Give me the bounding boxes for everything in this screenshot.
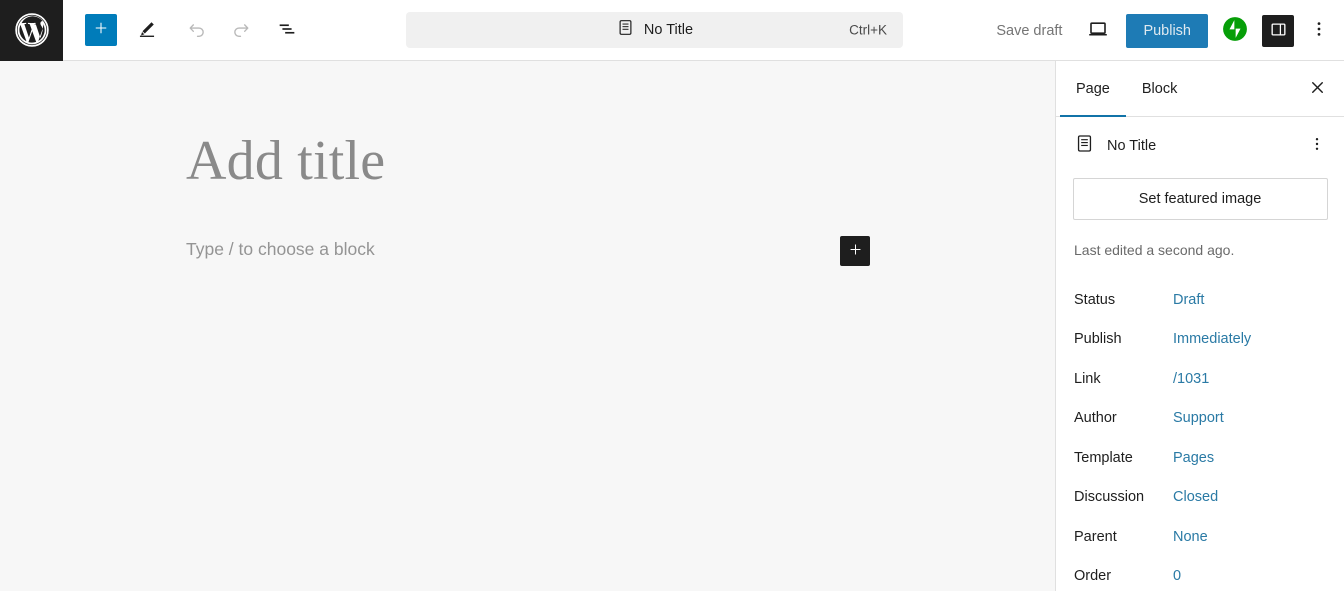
setting-value-parent[interactable]: None bbox=[1173, 529, 1208, 545]
setting-row-parent: Parent None bbox=[1074, 517, 1344, 557]
page-document-icon bbox=[1074, 133, 1095, 159]
setting-value-status[interactable]: Draft bbox=[1173, 292, 1204, 308]
default-block-input[interactable]: Type / to choose a block bbox=[186, 239, 375, 260]
last-edited-text: Last edited a second ago. bbox=[1074, 242, 1235, 258]
sidebar-document-name: No Title bbox=[1107, 138, 1157, 154]
settings-sidebar-icon bbox=[1269, 20, 1288, 42]
setting-label: Template bbox=[1074, 449, 1133, 466]
setting-label: Author bbox=[1074, 410, 1117, 427]
block-inserter-button[interactable] bbox=[85, 14, 117, 46]
tab-page[interactable]: Page bbox=[1060, 61, 1126, 117]
wordpress-logo-button[interactable] bbox=[0, 0, 63, 61]
document-actions-button[interactable] bbox=[1302, 130, 1332, 160]
publish-button[interactable]: Publish bbox=[1126, 13, 1208, 48]
vertical-dots-icon bbox=[1309, 19, 1329, 42]
setting-label: Parent bbox=[1074, 528, 1117, 545]
setting-row-discussion: Discussion Closed bbox=[1074, 478, 1344, 518]
setting-label: Publish bbox=[1074, 331, 1122, 348]
setting-value-template[interactable]: Pages bbox=[1173, 450, 1214, 466]
setting-label: Link bbox=[1074, 370, 1101, 387]
setting-row-order: Order 0 bbox=[1074, 557, 1344, 591]
setting-label: Status bbox=[1074, 291, 1116, 308]
setting-row-author: Author Support bbox=[1074, 399, 1344, 439]
undo-arrow-icon bbox=[186, 18, 208, 43]
setting-value-link[interactable]: /1031 bbox=[1173, 371, 1209, 387]
save-draft-button[interactable]: Save draft bbox=[984, 15, 1074, 47]
setting-row-publish: Publish Immediately bbox=[1074, 320, 1344, 360]
tab-block[interactable]: Block bbox=[1126, 61, 1193, 116]
setting-value-order[interactable]: 0 bbox=[1173, 568, 1181, 584]
vertical-dots-icon bbox=[1308, 135, 1326, 156]
editor-top-bar: No Title Ctrl+K Save draft Publish bbox=[0, 0, 1344, 61]
setting-label: Discussion bbox=[1074, 489, 1145, 506]
add-block-button[interactable] bbox=[840, 236, 870, 266]
tools-pencil-button[interactable] bbox=[129, 12, 165, 48]
undo-button[interactable] bbox=[179, 12, 215, 48]
sidebar-tabs: Page Block bbox=[1056, 61, 1344, 117]
editor-canvas: Add title Type / to choose a block bbox=[0, 61, 1055, 591]
jetpack-button[interactable] bbox=[1222, 16, 1248, 45]
close-x-icon bbox=[1308, 78, 1327, 100]
jetpack-icon bbox=[1222, 16, 1248, 45]
page-settings-list: Status Draft Publish Immediately Link /1… bbox=[1056, 258, 1344, 591]
setting-value-author[interactable]: Support bbox=[1173, 410, 1224, 426]
document-overview-button[interactable] bbox=[269, 12, 305, 48]
command-bar-shortcut: Ctrl+K bbox=[849, 22, 887, 38]
sidebar-document-row: No Title bbox=[1056, 117, 1344, 173]
pencil-icon bbox=[136, 18, 158, 43]
wordpress-logo-icon bbox=[14, 12, 50, 48]
command-bar[interactable]: No Title Ctrl+K bbox=[406, 12, 903, 48]
page-document-icon bbox=[616, 18, 635, 42]
set-featured-image-button[interactable]: Set featured image bbox=[1072, 178, 1328, 220]
redo-arrow-icon bbox=[230, 18, 252, 43]
setting-label: Order bbox=[1074, 568, 1112, 585]
plus-icon bbox=[847, 241, 864, 261]
desktop-preview-icon bbox=[1086, 17, 1110, 44]
list-view-icon bbox=[276, 18, 298, 43]
plus-icon bbox=[92, 19, 110, 42]
editor-tools-group bbox=[63, 0, 305, 61]
setting-row-status: Status Draft bbox=[1074, 280, 1344, 320]
setting-row-template: Template Pages bbox=[1074, 438, 1344, 478]
settings-sidebar-toggle[interactable] bbox=[1262, 14, 1294, 47]
more-options-button[interactable] bbox=[1306, 13, 1332, 49]
top-bar-right-tools: Save draft Publish bbox=[984, 0, 1344, 61]
command-bar-title: No Title bbox=[643, 22, 694, 38]
setting-value-publish[interactable]: Immediately bbox=[1173, 331, 1251, 347]
post-title-input[interactable]: Add title bbox=[186, 129, 385, 193]
redo-button[interactable] bbox=[223, 12, 259, 48]
command-bar-content: No Title bbox=[616, 18, 693, 42]
preview-button[interactable] bbox=[1080, 13, 1116, 49]
setting-value-discussion[interactable]: Closed bbox=[1173, 489, 1218, 505]
setting-row-link: Link /1031 bbox=[1074, 359, 1344, 399]
close-sidebar-button[interactable] bbox=[1300, 72, 1334, 106]
settings-sidebar: Page Block No Title Set featured image L… bbox=[1055, 61, 1344, 591]
